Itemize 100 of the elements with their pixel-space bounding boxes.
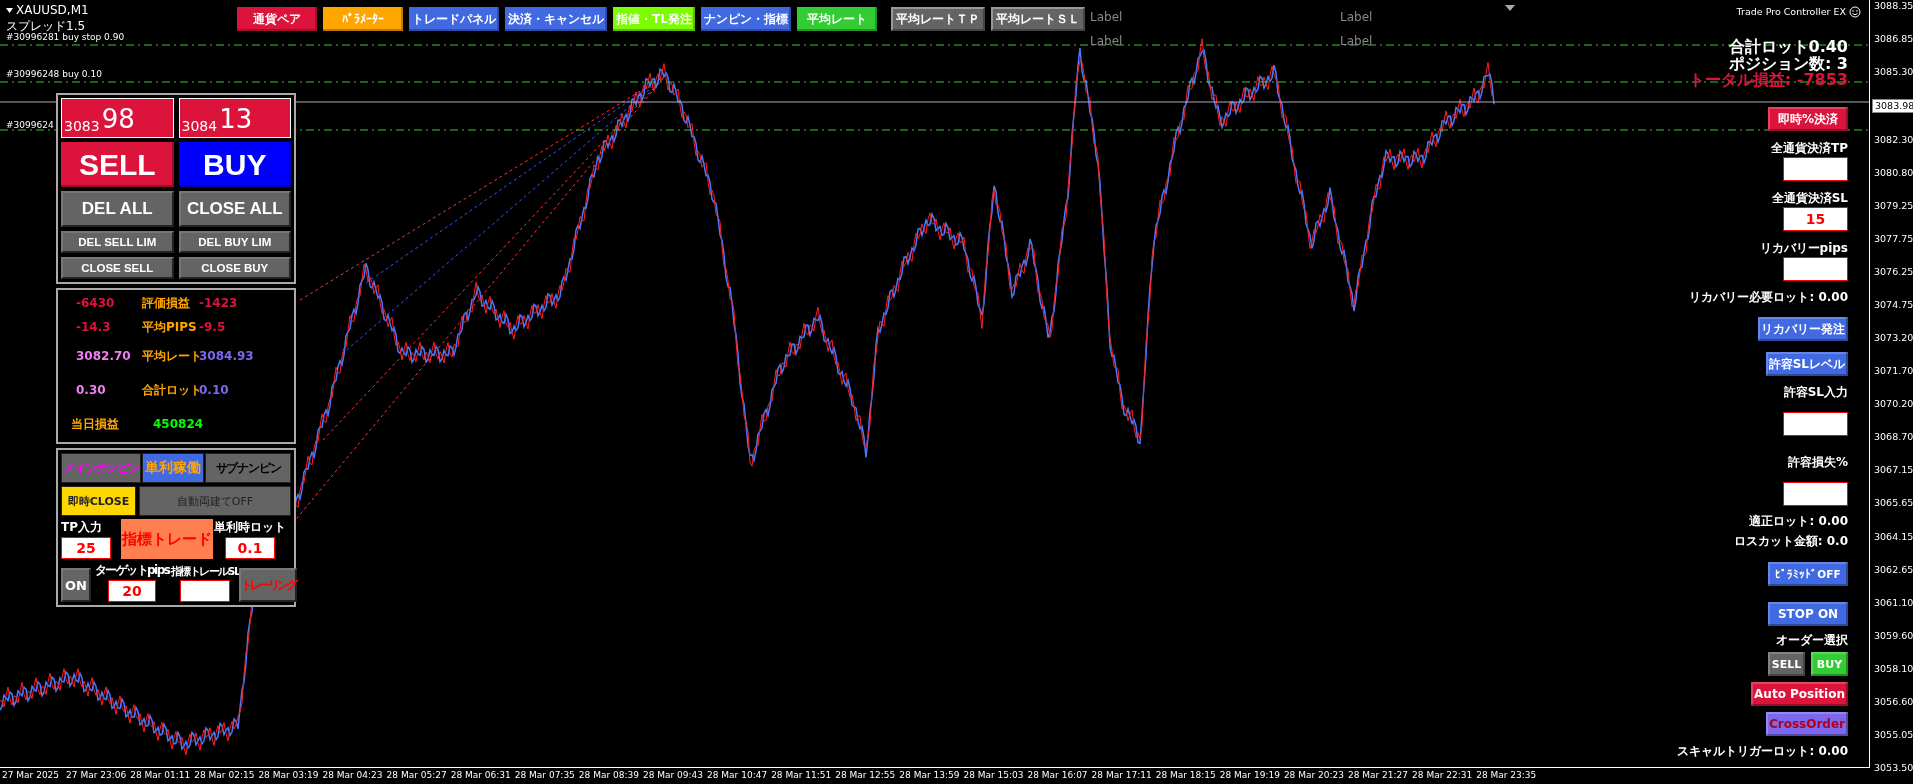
- field-label: リカバリーpips: [1759, 240, 1848, 257]
- menu-button[interactable]: 平均レートＳＬ: [990, 7, 1085, 31]
- field-label: TP入力: [61, 519, 102, 536]
- mode-button[interactable]: 単利稼働: [142, 453, 204, 483]
- time-tick: 28 Mar 02:15: [194, 769, 256, 782]
- panel-button[interactable]: Auto Position: [1751, 682, 1848, 706]
- field-label: オーダー選択: [1776, 632, 1848, 649]
- menu-button[interactable]: ナンピン・指標: [700, 7, 791, 31]
- time-tick: 28 Mar 19:19: [1219, 769, 1281, 782]
- price-tick: 3079.25: [1873, 200, 1913, 213]
- price-tick: 3065.65: [1873, 497, 1913, 510]
- time-tick: 27 Mar 2025: [2, 769, 61, 782]
- price-small-text: 3083: [64, 119, 100, 133]
- time-tick: 28 Mar 22:31: [1412, 769, 1474, 782]
- time-tick: 28 Mar 11:51: [771, 769, 833, 782]
- time-tick: 28 Mar 06:31: [450, 769, 512, 782]
- time-tick: 28 Mar 15:03: [963, 769, 1025, 782]
- price-tick: 3080.80: [1873, 167, 1913, 180]
- stat-text: 0.10: [199, 383, 230, 397]
- order-button[interactable]: SELL: [61, 142, 174, 187]
- price-tick: 3086.85: [1873, 33, 1913, 46]
- action-button[interactable]: DEL BUY LIM: [178, 231, 291, 253]
- input-field[interactable]: 20: [108, 580, 156, 602]
- action-button[interactable]: DEL SELL LIM: [61, 231, 174, 253]
- panel-button[interactable]: リカバリー発注: [1758, 317, 1848, 341]
- field-label: 適正ロット: 0.00: [1749, 513, 1848, 530]
- toggle-button[interactable]: 自動両建てOFF: [139, 486, 291, 516]
- panel-button[interactable]: STOP ON: [1768, 602, 1848, 626]
- field-label: リカバリー必要ロット: 0.00: [1689, 289, 1848, 306]
- price-tick: 3074.75: [1873, 299, 1913, 312]
- price-tick: 3056.60: [1873, 695, 1913, 708]
- time-tick: 28 Mar 05:27: [386, 769, 448, 782]
- input-field[interactable]: 25: [61, 537, 111, 559]
- stat-text: 合計ロット: [142, 381, 199, 399]
- stat-text: 平均PIPS: [142, 318, 198, 336]
- menu-button[interactable]: 決済・キャンセル: [505, 7, 607, 31]
- price-tick: 3082.30: [1873, 134, 1913, 147]
- smiley-icon: [1849, 6, 1861, 18]
- total-profit-text: トータル損益: -7853: [1688, 71, 1848, 89]
- input-field[interactable]: [1783, 157, 1848, 181]
- time-tick: 28 Mar 08:39: [578, 769, 640, 782]
- input-field[interactable]: 0.1: [225, 537, 275, 559]
- action-button[interactable]: CLOSE ALL: [178, 191, 291, 227]
- menu-button[interactable]: 通貨ペア: [237, 7, 317, 31]
- order-label: #30996248 buy 0.10: [6, 69, 102, 79]
- time-tick: 28 Mar 03:19: [258, 769, 320, 782]
- symbol-title: XAUUSD,M1: [6, 3, 89, 17]
- time-tick: 28 Mar 18:15: [1155, 769, 1217, 782]
- price-tick: 3055.05: [1873, 728, 1913, 741]
- time-tick: 28 Mar 20:23: [1283, 769, 1345, 782]
- field-label: 全通貨決済SL: [1771, 190, 1848, 207]
- input-field[interactable]: [1783, 482, 1848, 506]
- time-tick: 28 Mar 09:43: [642, 769, 705, 782]
- chart-label: Label: [1090, 34, 1123, 48]
- field-label: 指標トレールSL: [170, 565, 240, 579]
- chart-label: Label: [1090, 10, 1123, 24]
- panel-button[interactable]: ﾋﾟﾗﾐｯﾄﾞOFF: [1768, 562, 1848, 586]
- price-tick: 3061.10: [1873, 596, 1913, 609]
- price-big-text: 13: [219, 105, 253, 133]
- field-label: ロスカット金額: 0.0: [1733, 533, 1848, 550]
- price-big-text: 98: [101, 105, 135, 133]
- input-field[interactable]: [180, 580, 230, 602]
- stat-text: 評価損益: [142, 294, 191, 312]
- mode-button[interactable]: サブナンピン: [205, 453, 291, 483]
- price-tick: 3073.20: [1873, 332, 1913, 345]
- stat-text: -9.5: [199, 320, 227, 334]
- action-button[interactable]: DEL ALL: [61, 191, 174, 227]
- on-button[interactable]: ON: [61, 568, 91, 602]
- action-button[interactable]: CLOSE SELL: [61, 257, 174, 279]
- order-select-button[interactable]: SELL: [1768, 652, 1805, 676]
- price-tick: 3070.20: [1873, 398, 1913, 411]
- panel-button[interactable]: 許容SLレベル: [1765, 352, 1848, 376]
- panel-button[interactable]: 即時%決済: [1768, 107, 1848, 131]
- time-tick: 28 Mar 17:11: [1091, 769, 1153, 782]
- price-tick: 3071.70: [1873, 365, 1913, 378]
- stat-text: 平均レート: [142, 347, 199, 365]
- field-label: 許容SL入力: [1783, 384, 1848, 401]
- price-tick: 3064.15: [1873, 530, 1913, 543]
- menu-button[interactable]: 平均レートＴＰ: [890, 7, 985, 31]
- time-tick: 28 Mar 21:27: [1347, 769, 1410, 782]
- chart-label: Label: [1340, 34, 1373, 48]
- input-field[interactable]: [1783, 257, 1848, 281]
- action-button[interactable]: CLOSE BUY: [178, 257, 291, 279]
- time-tick: 27 Mar 23:06: [66, 769, 128, 782]
- menu-button[interactable]: トレードパネル: [409, 7, 499, 31]
- brand-text: Trade Pro Controller EX: [1736, 6, 1846, 17]
- price-tick: 3067.15: [1873, 464, 1913, 477]
- time-tick: 28 Mar 13:59: [899, 769, 961, 782]
- order-button[interactable]: BUY: [178, 142, 291, 187]
- price-tick: 3077.75: [1873, 233, 1913, 246]
- field-label: 単利時ロット: [214, 519, 286, 536]
- time-tick: 28 Mar 16:07: [1027, 769, 1089, 782]
- price-tick: 3053.50: [1873, 761, 1913, 774]
- chart-label: Label: [1340, 10, 1373, 24]
- field-label: スキャルトリガーロット: 0.00: [1677, 743, 1848, 760]
- input-field[interactable]: 15: [1783, 207, 1848, 231]
- toggle-button[interactable]: 即時CLOSE: [61, 486, 136, 516]
- price-small-text: 3084: [181, 119, 218, 133]
- input-field[interactable]: [1783, 412, 1848, 436]
- marker-icon: [1505, 5, 1515, 11]
